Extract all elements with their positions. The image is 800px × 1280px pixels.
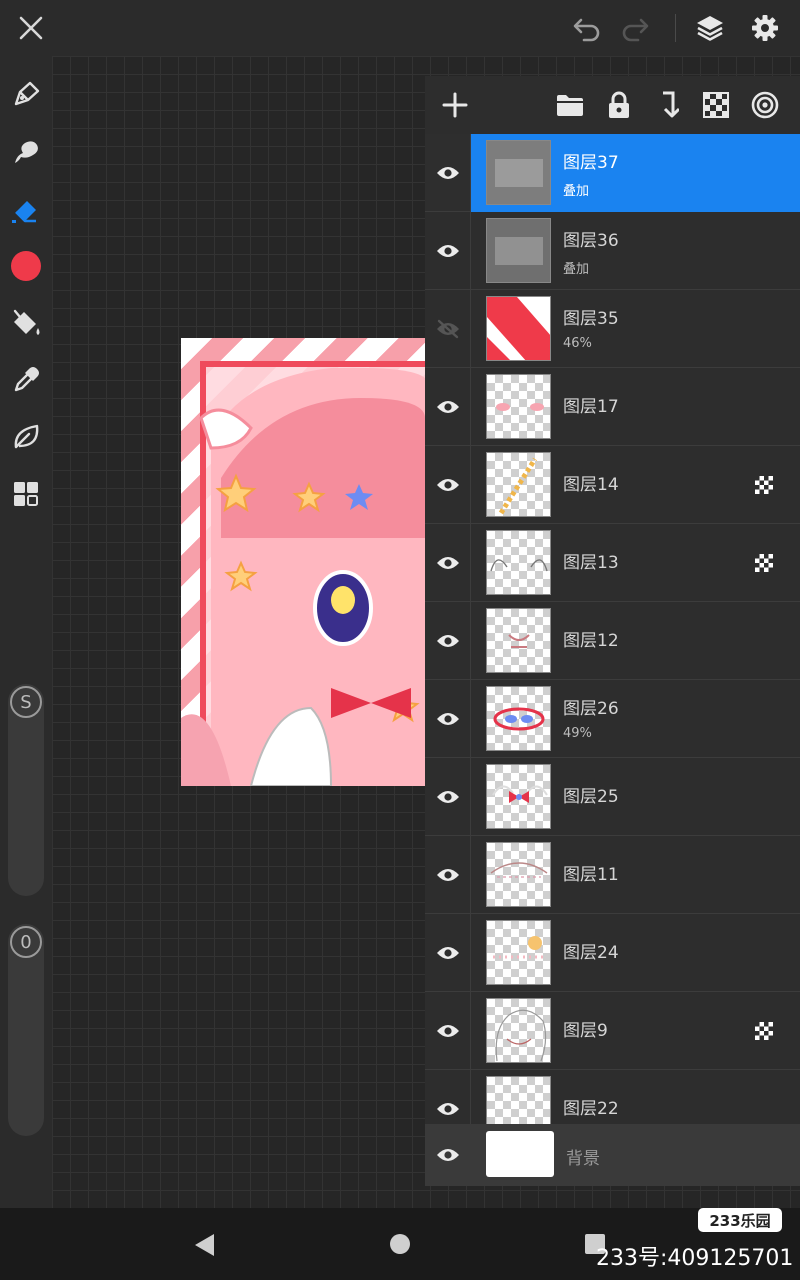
app-root: { "colors": { "accent": "#1a83f0", "curr… xyxy=(0,0,800,1280)
layer-name: 图层17 xyxy=(563,397,619,417)
layer-thumbnail xyxy=(486,374,551,439)
layer-row[interactable]: 图层13 xyxy=(425,524,800,602)
layer-name: 图层12 xyxy=(563,631,619,651)
eye-icon[interactable] xyxy=(425,602,471,680)
eye-icon[interactable] xyxy=(425,134,471,212)
settings-icon[interactable] xyxy=(745,8,785,48)
layers-toolbar xyxy=(425,76,800,134)
brush-size-knob[interactable]: S xyxy=(10,686,42,718)
layer-thumbnail xyxy=(486,452,551,517)
layer-row[interactable]: 图层24 xyxy=(425,914,800,992)
top-bar xyxy=(0,0,800,56)
eye-icon[interactable] xyxy=(425,758,471,836)
layer-row[interactable]: 图层35 46% xyxy=(425,290,800,368)
eyedropper-icon[interactable] xyxy=(6,360,46,400)
brush-size-slider[interactable]: S xyxy=(8,684,44,896)
home-nav-icon[interactable] xyxy=(389,1233,411,1255)
watermark-id: 233号:409125701 xyxy=(596,1246,794,1271)
eye-hidden-icon[interactable] xyxy=(425,290,471,368)
eye-icon[interactable] xyxy=(425,446,471,524)
lock-icon[interactable] xyxy=(599,85,639,125)
layer-row[interactable]: 图层36 叠加 xyxy=(425,212,800,290)
layer-name: 图层26 xyxy=(563,699,619,719)
layer-thumbnail xyxy=(486,764,551,829)
layer-name: 图层22 xyxy=(563,1099,619,1119)
layer-name: 图层11 xyxy=(563,865,619,885)
close-icon[interactable] xyxy=(11,8,51,48)
eye-icon[interactable] xyxy=(425,524,471,602)
layer-thumbnail xyxy=(486,920,551,985)
layer-name: 图层25 xyxy=(563,787,619,807)
layer-blend-info: 叠加 xyxy=(563,262,590,277)
layer-blend-info: 49% xyxy=(563,726,592,741)
undo-icon[interactable] xyxy=(567,8,607,48)
layer-row[interactable]: 图层37 叠加 xyxy=(425,134,800,212)
layer-name: 图层36 xyxy=(563,231,619,251)
target-icon[interactable] xyxy=(745,85,785,125)
leaf-icon[interactable] xyxy=(6,417,46,457)
background-thumbnail xyxy=(486,1131,554,1177)
layer-blend-info: 46% xyxy=(563,336,592,351)
eye-icon[interactable] xyxy=(425,212,471,290)
layer-thumbnail xyxy=(486,608,551,673)
layers-panel: 图层37 叠加 图层36 叠加 图层35 46% 图层17 图层14 图层13 图层12 图层26 4… xyxy=(425,76,800,1186)
layer-name: 图层13 xyxy=(563,553,619,573)
merge-down-icon[interactable] xyxy=(647,85,687,125)
redo-icon[interactable] xyxy=(615,8,655,48)
layer-row[interactable]: 图层22 xyxy=(425,1070,800,1124)
layer-thumbnail xyxy=(486,686,551,751)
layer-thumbnail xyxy=(486,140,551,205)
layer-thumbnail xyxy=(486,998,551,1063)
smudge-tool-icon[interactable] xyxy=(6,132,46,172)
brush-opacity-knob[interactable]: 0 xyxy=(10,926,42,958)
layer-row[interactable]: 图层26 49% xyxy=(425,680,800,758)
layer-name: 图层37 xyxy=(563,153,619,173)
brush-opacity-slider[interactable]: 0 xyxy=(8,924,44,1136)
toolbar-divider xyxy=(675,14,676,42)
watermark-logo: 233乐园 xyxy=(698,1208,782,1232)
back-nav-icon[interactable] xyxy=(192,1232,218,1258)
brush-tool-icon[interactable] xyxy=(6,74,46,114)
eye-icon[interactable] xyxy=(425,1124,471,1186)
eye-icon[interactable] xyxy=(425,1070,471,1124)
layer-name: 图层14 xyxy=(563,475,619,495)
layer-row[interactable]: 图层9 xyxy=(425,992,800,1070)
layer-blend-info: 叠加 xyxy=(563,184,590,199)
alpha-lock-icon[interactable] xyxy=(754,553,774,573)
color-swatch[interactable] xyxy=(6,246,46,286)
layer-thumbnail xyxy=(486,842,551,907)
layer-thumbnail xyxy=(486,218,551,283)
layer-name: 图层24 xyxy=(563,943,619,963)
fill-bucket-icon[interactable] xyxy=(6,303,46,343)
eye-icon[interactable] xyxy=(425,992,471,1070)
layer-row[interactable]: 图层12 xyxy=(425,602,800,680)
left-toolbar: S 0 xyxy=(0,56,52,1208)
layer-list[interactable]: 图层37 叠加 图层36 叠加 图层35 46% 图层17 图层14 图层13 图层12 图层26 4… xyxy=(425,134,800,1124)
background-layer-name: 背景 xyxy=(566,1149,600,1169)
artwork-image[interactable] xyxy=(181,338,425,786)
alpha-lock-icon[interactable] xyxy=(754,1021,774,1041)
background-layer-row[interactable]: 背景 xyxy=(425,1124,800,1186)
grid-apps-icon[interactable] xyxy=(6,474,46,514)
layer-thumbnail xyxy=(486,530,551,595)
layer-row[interactable]: 图层17 xyxy=(425,368,800,446)
eraser-tool-icon[interactable] xyxy=(6,189,46,229)
alpha-lock-icon[interactable] xyxy=(754,475,774,495)
add-layer-icon[interactable] xyxy=(435,85,475,125)
layers-icon[interactable] xyxy=(690,8,730,48)
layer-row[interactable]: 图层14 xyxy=(425,446,800,524)
layer-row[interactable]: 图层25 xyxy=(425,758,800,836)
layer-name: 图层35 xyxy=(563,309,619,329)
checker-icon[interactable] xyxy=(696,85,736,125)
folder-icon[interactable] xyxy=(550,85,590,125)
eye-icon[interactable] xyxy=(425,680,471,758)
eye-icon[interactable] xyxy=(425,914,471,992)
layer-thumbnail xyxy=(486,1076,551,1124)
layer-row[interactable]: 图层11 xyxy=(425,836,800,914)
layer-thumbnail xyxy=(486,296,551,361)
layer-name: 图层9 xyxy=(563,1021,608,1041)
eye-icon[interactable] xyxy=(425,368,471,446)
eye-icon[interactable] xyxy=(425,836,471,914)
